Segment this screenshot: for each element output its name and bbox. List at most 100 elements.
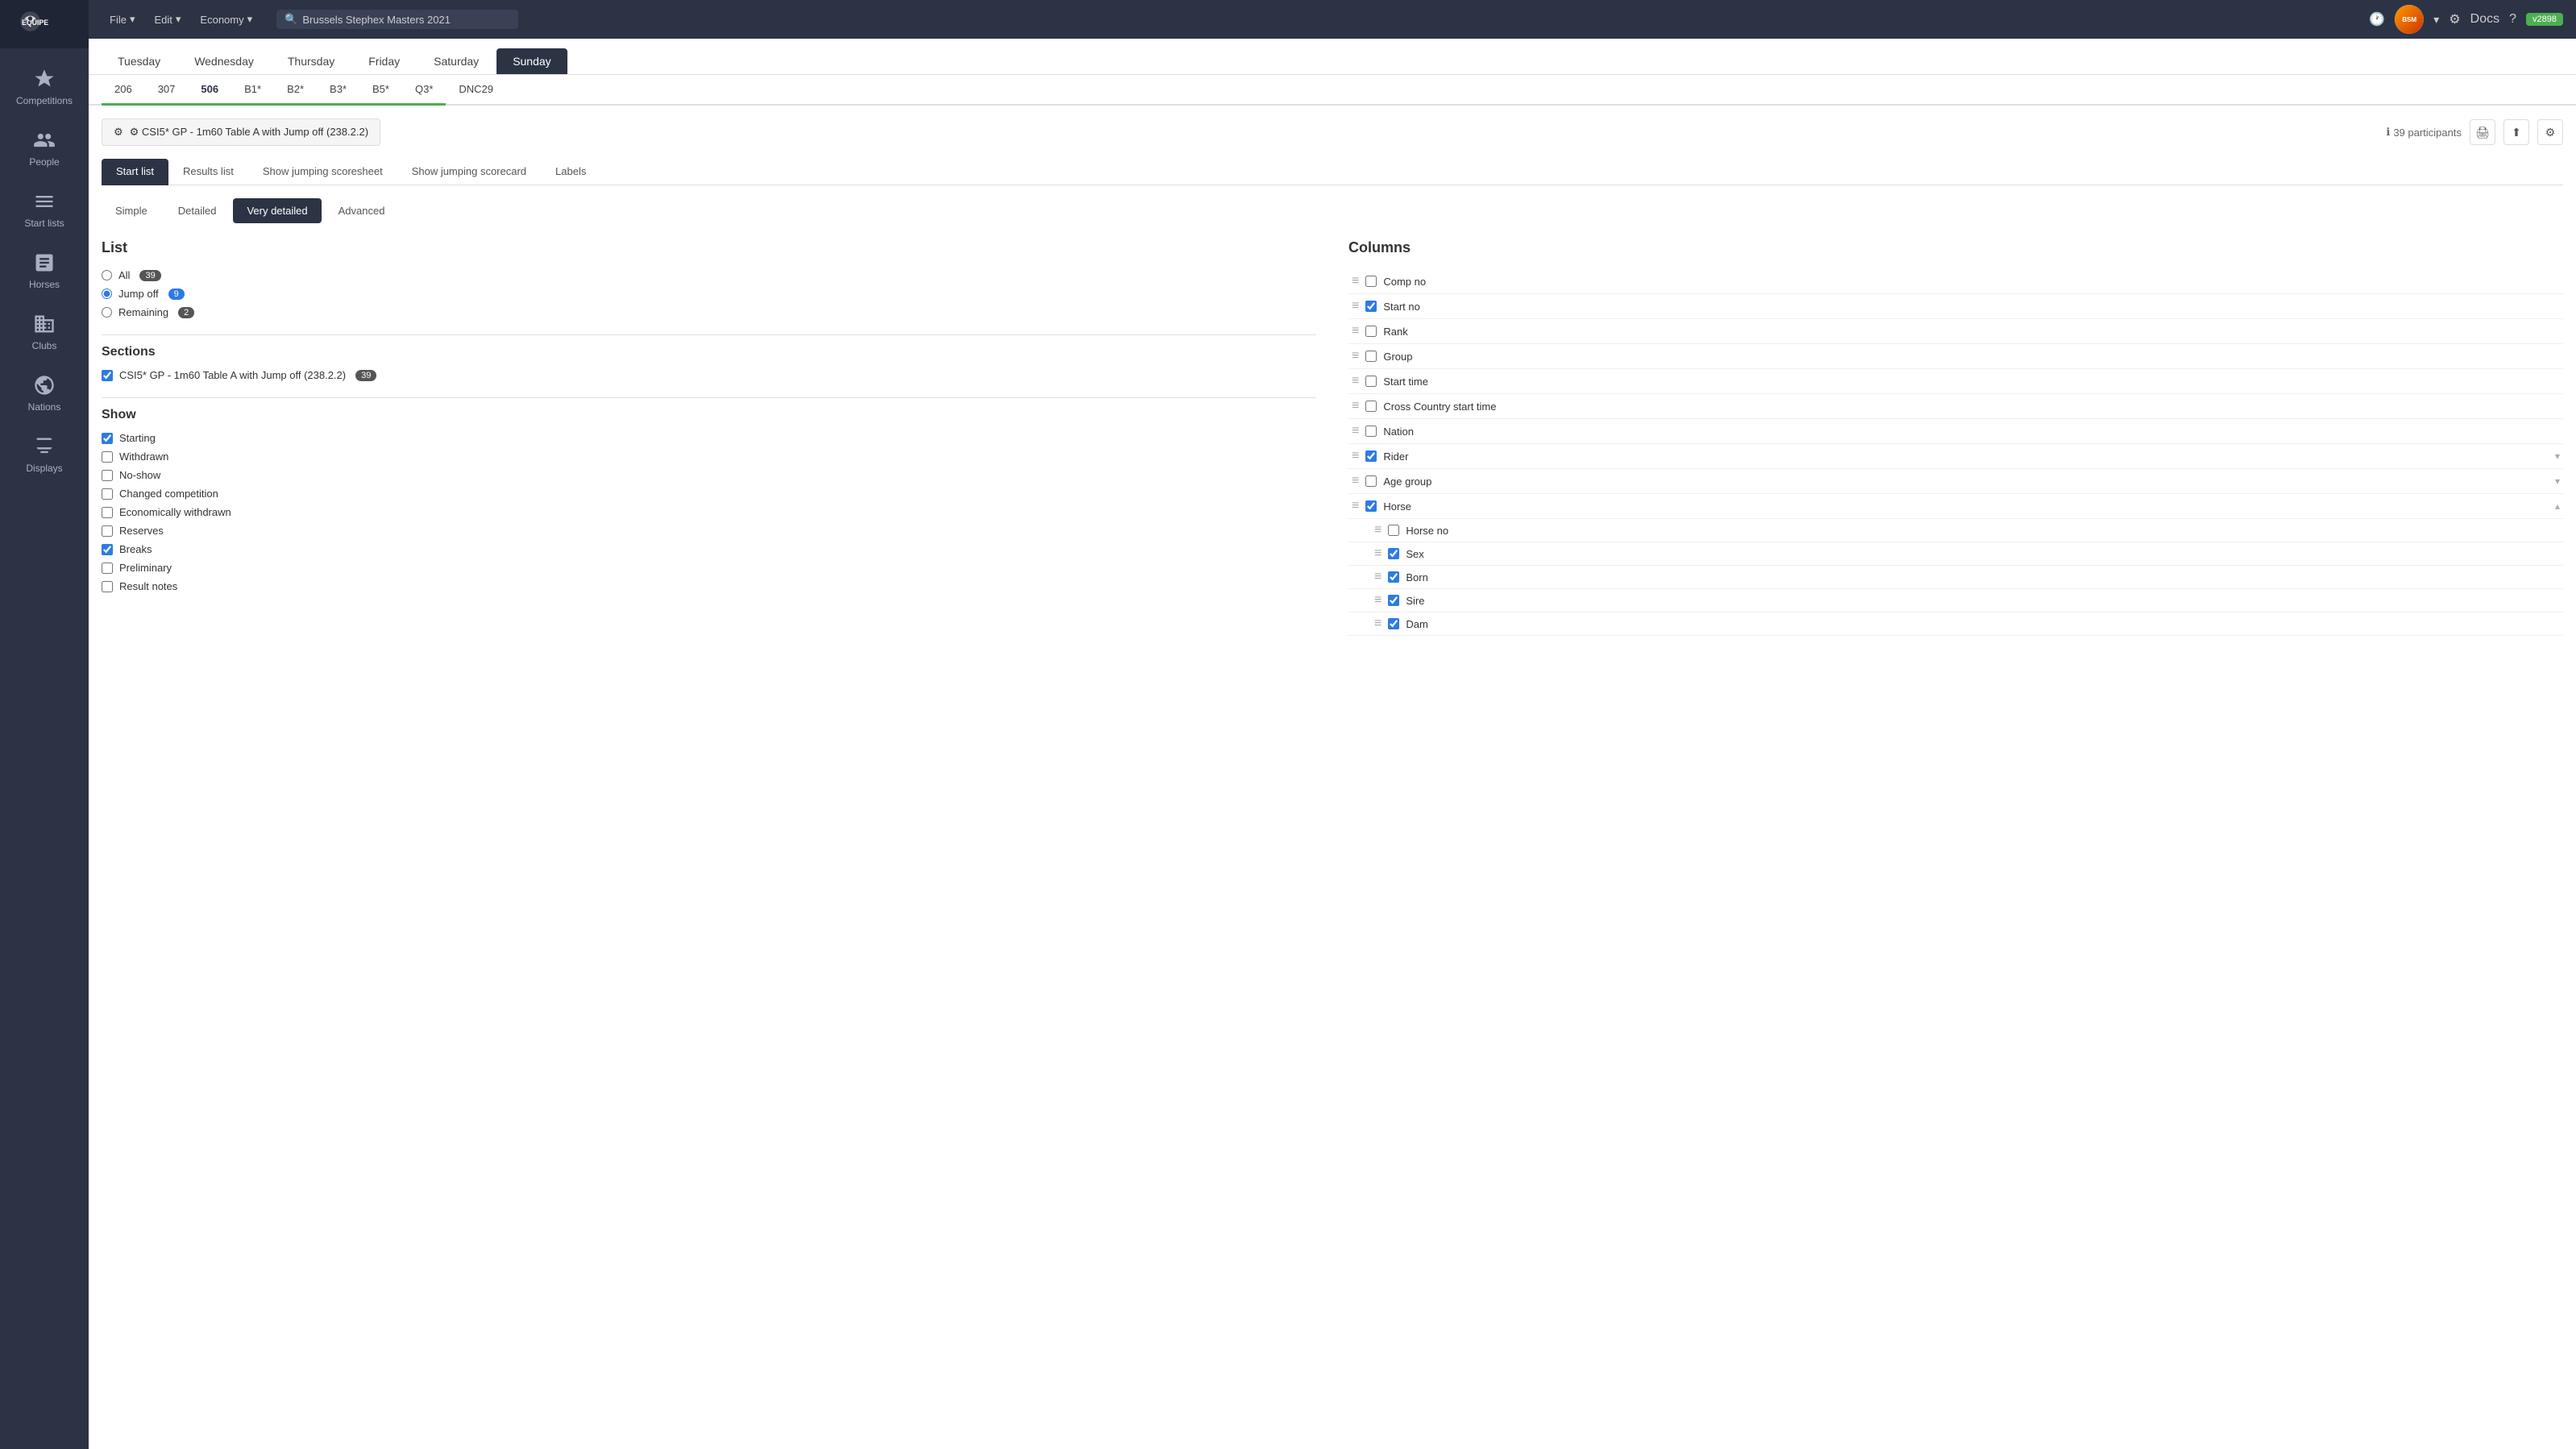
collapse-icon[interactable]: ▾ — [2555, 475, 2560, 487]
history-icon[interactable]: 🕐 — [2369, 11, 2385, 27]
drag-handle[interactable]: ≡ — [1352, 399, 1359, 413]
tab-advanced[interactable]: Advanced — [325, 198, 399, 223]
edit-menu[interactable]: Edit ▾ — [146, 10, 189, 29]
download-button[interactable]: ⬆ — [2503, 119, 2529, 145]
show-starting[interactable]: Starting — [102, 432, 1316, 444]
show-changed-checkbox[interactable] — [102, 488, 113, 500]
sidebar-item-clubs[interactable]: Clubs — [0, 301, 89, 363]
show-noshow-checkbox[interactable] — [102, 470, 113, 481]
comp-tab-b5[interactable]: B5* — [359, 75, 402, 106]
section-checkbox-0[interactable] — [102, 370, 113, 381]
tab-labels[interactable]: Labels — [541, 159, 600, 185]
tab-simple[interactable]: Simple — [102, 198, 161, 223]
chevron-down-icon[interactable]: ▾ — [2433, 13, 2439, 27]
col-checkbox-sex[interactable] — [1388, 548, 1399, 559]
drag-handle[interactable]: ≡ — [1374, 523, 1381, 538]
show-preliminary[interactable]: Preliminary — [102, 562, 1316, 574]
list-option-all[interactable]: All 39 — [102, 269, 1316, 281]
col-checkbox-comp-no[interactable] — [1365, 276, 1377, 287]
settings-icon[interactable]: ⚙ — [2449, 11, 2460, 27]
tab-show-jumping-scoresheet[interactable]: Show jumping scoresheet — [248, 159, 397, 185]
drag-handle[interactable]: ≡ — [1352, 299, 1359, 313]
col-checkbox-group[interactable] — [1365, 351, 1377, 362]
tab-detailed[interactable]: Detailed — [164, 198, 231, 223]
comp-tab-b1[interactable]: B1* — [231, 75, 274, 106]
show-preliminary-checkbox[interactable] — [102, 563, 113, 574]
show-withdrawn[interactable]: Withdrawn — [102, 450, 1316, 463]
tab-start-list[interactable]: Start list — [102, 159, 168, 185]
col-checkbox-start-time[interactable] — [1365, 376, 1377, 387]
show-starting-checkbox[interactable] — [102, 433, 113, 444]
tab-show-jumping-scorecard[interactable]: Show jumping scorecard — [397, 159, 541, 185]
col-checkbox-horse-no[interactable] — [1388, 525, 1399, 536]
col-checkbox-sire[interactable] — [1388, 595, 1399, 606]
col-checkbox-age-group[interactable] — [1365, 475, 1377, 487]
show-economically-withdrawn[interactable]: Economically withdrawn — [102, 506, 1316, 518]
show-reserves[interactable]: Reserves — [102, 525, 1316, 537]
docs-button[interactable]: Docs — [2470, 12, 2499, 27]
day-tab-saturday[interactable]: Saturday — [418, 48, 495, 74]
list-option-jump-off[interactable]: Jump off 9 — [102, 288, 1316, 300]
drag-handle[interactable]: ≡ — [1352, 499, 1359, 513]
show-changed-competition[interactable]: Changed competition — [102, 488, 1316, 500]
comp-tab-b3[interactable]: B3* — [317, 75, 359, 106]
comp-tab-506[interactable]: 506 — [188, 75, 231, 106]
col-checkbox-born[interactable] — [1388, 571, 1399, 583]
col-checkbox-dam[interactable] — [1388, 618, 1399, 629]
collapse-icon[interactable]: ▾ — [2555, 450, 2560, 462]
drag-handle[interactable]: ≡ — [1352, 374, 1359, 388]
comp-tab-q3[interactable]: Q3* — [402, 75, 446, 106]
list-radio-jump-off[interactable] — [102, 289, 112, 299]
sidebar-item-horses[interactable]: Horses — [0, 240, 89, 301]
show-reserves-checkbox[interactable] — [102, 525, 113, 537]
col-checkbox-rider[interactable] — [1365, 450, 1377, 462]
col-checkbox-nation[interactable] — [1365, 426, 1377, 437]
tab-results-list[interactable]: Results list — [168, 159, 248, 185]
list-option-remaining[interactable]: Remaining 2 — [102, 306, 1316, 318]
drag-handle[interactable]: ≡ — [1352, 424, 1359, 438]
sidebar-item-competitions[interactable]: Competitions — [0, 56, 89, 118]
day-tab-tuesday[interactable]: Tuesday — [102, 48, 177, 74]
drag-handle[interactable]: ≡ — [1374, 617, 1381, 631]
global-search[interactable]: 🔍 Brussels Stephex Masters 2021 — [276, 10, 518, 29]
comp-tab-206[interactable]: 206 — [102, 75, 145, 106]
file-menu[interactable]: File ▾ — [102, 10, 143, 29]
show-result-notes[interactable]: Result notes — [102, 580, 1316, 592]
col-checkbox-rank[interactable] — [1365, 326, 1377, 337]
show-breaks[interactable]: Breaks — [102, 543, 1316, 555]
drag-handle[interactable]: ≡ — [1374, 593, 1381, 608]
day-tab-wednesday[interactable]: Wednesday — [178, 48, 270, 74]
drag-handle[interactable]: ≡ — [1374, 570, 1381, 584]
user-avatar[interactable]: BSM — [2395, 5, 2424, 34]
sidebar-item-displays[interactable]: Displays — [0, 424, 89, 485]
economy-menu[interactable]: Economy ▾ — [192, 10, 260, 29]
sidebar-item-people[interactable]: People — [0, 118, 89, 179]
day-tab-sunday[interactable]: Sunday — [497, 48, 567, 74]
day-tab-thursday[interactable]: Thursday — [272, 48, 351, 74]
show-breaks-checkbox[interactable] — [102, 544, 113, 555]
drag-handle[interactable]: ≡ — [1374, 546, 1381, 561]
more-button[interactable]: ⚙ — [2537, 119, 2563, 145]
comp-tab-307[interactable]: 307 — [145, 75, 189, 106]
drag-handle[interactable]: ≡ — [1352, 349, 1359, 363]
comp-tab-dnc29[interactable]: DNC29 — [446, 75, 506, 106]
drag-handle[interactable]: ≡ — [1352, 324, 1359, 338]
show-result-notes-checkbox[interactable] — [102, 581, 113, 592]
show-no-show[interactable]: No-show — [102, 469, 1316, 481]
show-withdrawn-checkbox[interactable] — [102, 451, 113, 463]
print-button[interactable]: 🖨 — [2470, 119, 2495, 145]
col-checkbox-horse[interactable] — [1365, 500, 1377, 512]
drag-handle[interactable]: ≡ — [1352, 274, 1359, 289]
list-radio-all[interactable] — [102, 270, 112, 280]
drag-handle[interactable]: ≡ — [1352, 474, 1359, 488]
section-item-0[interactable]: CSI5* GP - 1m60 Table A with Jump off (2… — [102, 369, 1316, 381]
col-checkbox-start-no[interactable] — [1365, 301, 1377, 312]
day-tab-friday[interactable]: Friday — [352, 48, 416, 74]
help-icon[interactable]: ? — [2509, 12, 2516, 27]
list-radio-remaining[interactable] — [102, 307, 112, 318]
sidebar-item-nations[interactable]: Nations — [0, 363, 89, 424]
comp-tab-b2[interactable]: B2* — [274, 75, 317, 106]
sidebar-item-startlists[interactable]: Start lists — [0, 179, 89, 240]
collapse-icon[interactable]: ▴ — [2555, 500, 2560, 512]
show-econ-withdrawn-checkbox[interactable] — [102, 507, 113, 518]
